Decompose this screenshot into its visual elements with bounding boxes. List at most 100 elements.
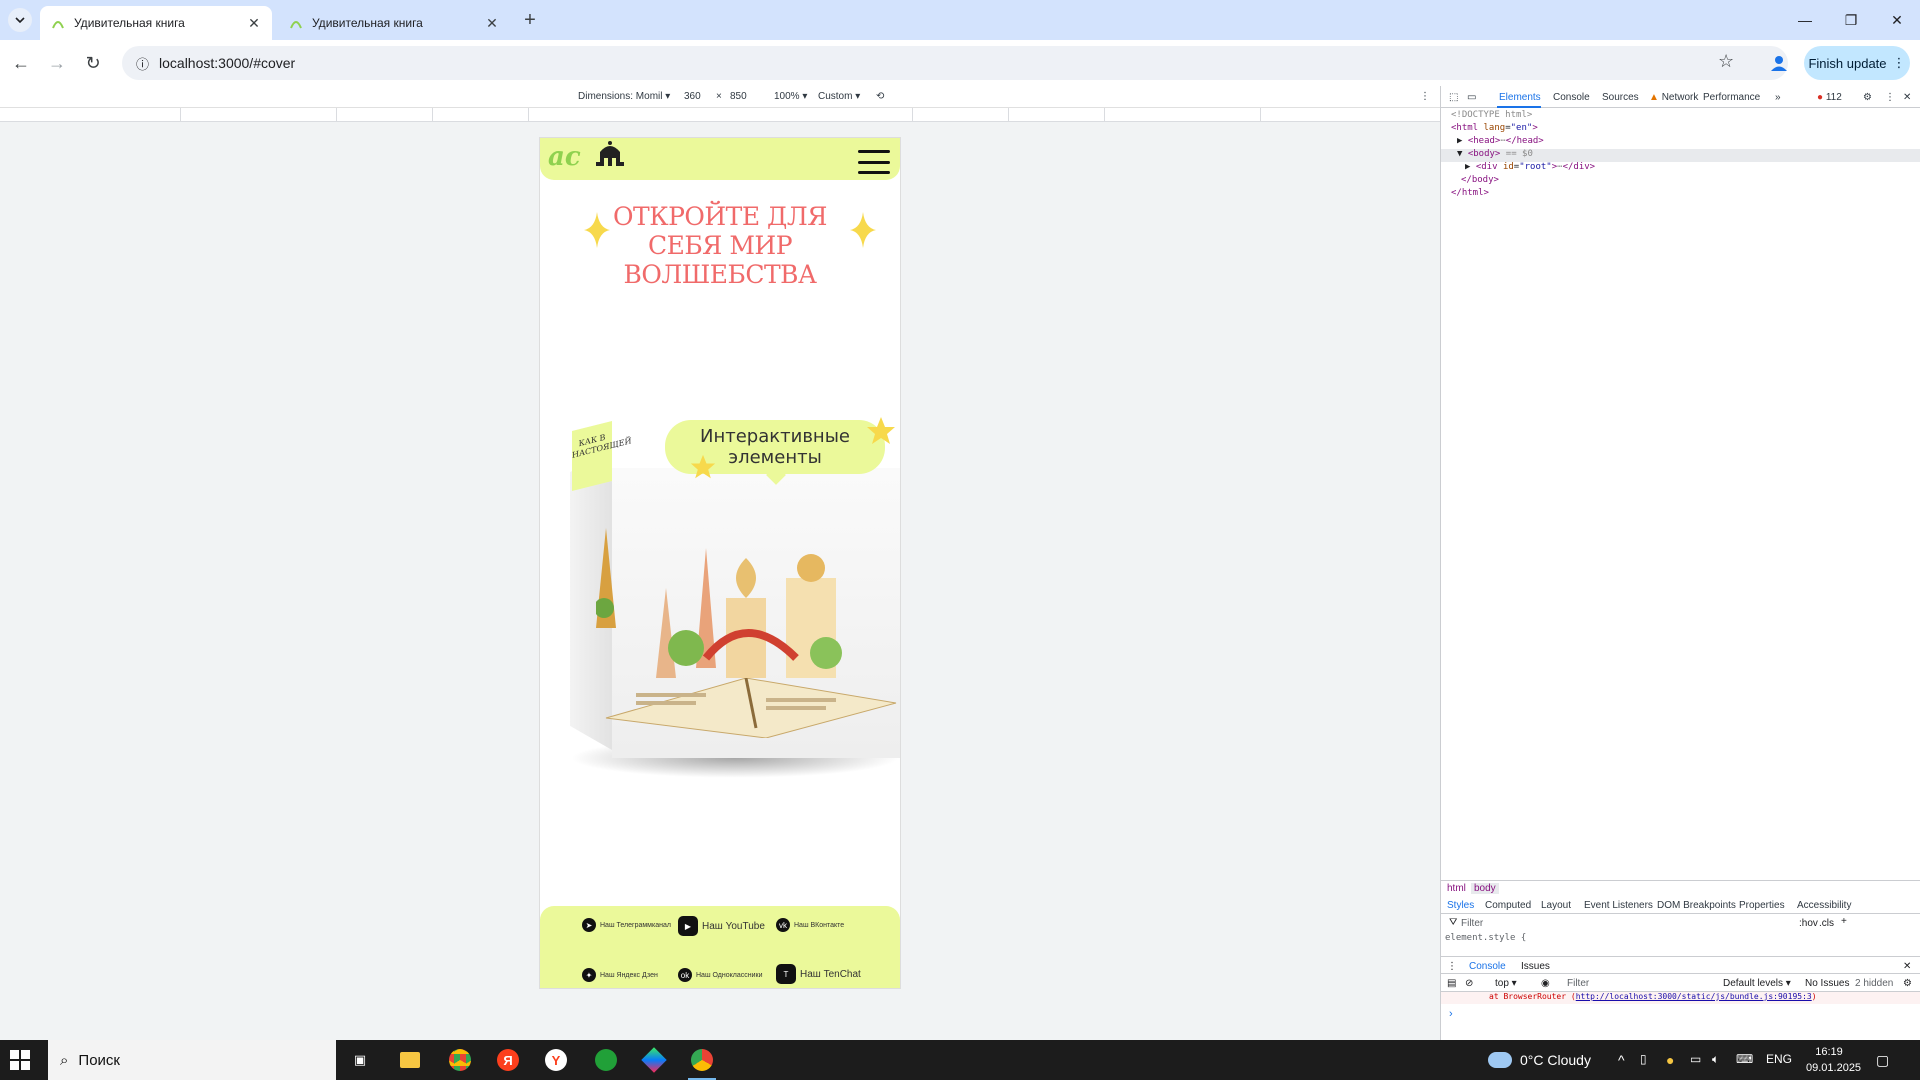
volume-icon[interactable]: 🔈︎ [1712, 1052, 1719, 1067]
finish-update-button[interactable]: Finish update ⋮ [1804, 46, 1910, 80]
battery-icon[interactable]: ▯ [1640, 1052, 1647, 1066]
windows-start-icon[interactable] [10, 1050, 30, 1070]
back-button[interactable]: ← [8, 50, 34, 76]
tab-close-icon[interactable]: ✕ [484, 15, 500, 31]
issues-count[interactable]: No Issues [1805, 978, 1849, 989]
site-info-icon[interactable]: ⓘ [136, 54, 149, 73]
social-link-ok[interactable]: ok Наш Одноклассники [678, 968, 763, 982]
close-drawer-icon[interactable]: ✕ [1903, 961, 1911, 972]
yandex-browser-icon[interactable]: Y [536, 1046, 576, 1074]
throttle-select[interactable]: Custom ▾ [818, 91, 860, 102]
social-link-youtube[interactable]: ▶ Наш YouTube [678, 916, 765, 936]
settings-gear-icon[interactable]: ⚙ [1863, 92, 1872, 103]
tab-close-icon[interactable]: ✕ [246, 15, 262, 31]
close-devtools-icon[interactable]: ✕ [1903, 92, 1911, 103]
restore-button[interactable]: ❐ [1828, 0, 1874, 40]
drawer-menu-icon[interactable]: ⋮ [1447, 961, 1457, 972]
console-settings-icon[interactable]: ⚙ [1903, 978, 1912, 989]
dom-doctype[interactable]: <!DOCTYPE html> [1441, 110, 1920, 123]
error-counter[interactable]: ● 112 [1817, 92, 1842, 103]
social-link-telegram[interactable]: ➤ Наш Телеграммканал [582, 918, 671, 932]
tab-search-button[interactable] [8, 8, 32, 32]
device-options-icon[interactable]: ⋮ [1420, 91, 1430, 102]
file-explorer-icon[interactable] [390, 1046, 430, 1074]
dom-html[interactable]: <html lang="en"> [1441, 123, 1920, 136]
chrome-active-icon[interactable] [682, 1046, 722, 1080]
sidebar-toggle-icon[interactable]: ▤ [1447, 978, 1456, 989]
tab-styles[interactable]: Styles [1447, 900, 1474, 911]
yandex-icon[interactable]: Я [488, 1046, 528, 1074]
task-view-icon[interactable]: ▣ [340, 1046, 380, 1074]
dom-body-close[interactable]: </body> [1441, 175, 1920, 188]
clear-console-icon[interactable]: ⊘ [1465, 978, 1473, 989]
bookmark-star-icon[interactable]: ☆ [1718, 51, 1734, 72]
context-select[interactable]: top ▾ [1495, 978, 1517, 989]
drawer-tab-console[interactable]: Console [1469, 961, 1506, 972]
app-tray-icon[interactable]: ● [1666, 1052, 1674, 1068]
zoom-select[interactable]: 100% ▾ [774, 91, 807, 102]
rotate-icon[interactable]: ⟲ [876, 91, 884, 102]
add-rule-icon[interactable]: + [1841, 916, 1847, 927]
dimensions-select[interactable]: Dimensions: Momil ▾ [578, 91, 670, 102]
console-filter-input[interactable]: Filter [1567, 978, 1589, 989]
console-prompt[interactable]: › [1449, 1008, 1453, 1020]
cls-toggle[interactable]: .cls [1819, 918, 1834, 929]
dom-html-close[interactable]: </html> [1441, 188, 1920, 201]
breadcrumb-body[interactable]: body [1471, 883, 1499, 894]
eye-icon[interactable]: ◉ [1541, 978, 1550, 989]
inspect-icon[interactable]: ⬚ [1449, 92, 1458, 103]
levels-select[interactable]: Default levels ▾ [1723, 978, 1791, 989]
reload-button[interactable]: ↻ [80, 50, 106, 76]
breadcrumb-html[interactable]: html [1447, 883, 1466, 894]
social-link-vk[interactable]: vk Наш ВКонтакте [776, 918, 844, 932]
width-input[interactable]: 360 [684, 91, 701, 102]
close-window-button[interactable]: ✕ [1874, 0, 1920, 40]
new-tab-button[interactable]: + [518, 8, 542, 32]
styles-filter-input[interactable]: Filter [1461, 918, 1483, 929]
more-tabs-icon[interactable]: » [1775, 92, 1781, 103]
social-link-tenchat[interactable]: T Наш TenChat [776, 964, 861, 984]
green-app-icon[interactable] [586, 1046, 626, 1074]
language-indicator[interactable]: ENG [1766, 1052, 1792, 1066]
tab-performance[interactable]: Performance [1703, 92, 1760, 103]
devtools-menu-icon[interactable]: ⋮ [1885, 92, 1895, 103]
tab-console[interactable]: Console [1553, 92, 1590, 103]
address-bar[interactable]: ⓘ localhost:3000/#cover [122, 46, 1788, 80]
minimize-button[interactable]: — [1782, 0, 1828, 40]
tab-accessibility[interactable]: Accessibility [1797, 900, 1851, 911]
weather-text[interactable]: 0°C Cloudy [1520, 1052, 1591, 1068]
height-input[interactable]: 850 [730, 91, 747, 102]
error-source-link[interactable]: http://localhost:3000/static/js/bundle.j… [1576, 992, 1812, 1001]
tab-elements[interactable]: Elements [1499, 92, 1541, 103]
jetbrains-icon[interactable] [634, 1046, 674, 1074]
dom-head[interactable]: ▶ <head>⋯</head> [1441, 136, 1920, 149]
tab-event-listeners[interactable]: Event Listeners [1584, 900, 1653, 911]
tab-sources[interactable]: Sources [1602, 92, 1639, 103]
tab-dom-breakpoints[interactable]: DOM Breakpoints [1657, 900, 1736, 911]
tab-properties[interactable]: Properties [1739, 900, 1785, 911]
chrome-icon[interactable] [440, 1046, 480, 1074]
site-logo[interactable]: ас [548, 142, 581, 172]
dom-body[interactable]: ▼ <body> == $0 [1441, 149, 1920, 162]
keyboard-icon[interactable]: ⌨ [1736, 1052, 1753, 1066]
hov-toggle[interactable]: :hov [1799, 918, 1818, 929]
drawer-tab-issues[interactable]: Issues [1521, 961, 1550, 972]
device-toggle-icon[interactable]: ▭ [1467, 92, 1476, 103]
dom-root-div[interactable]: ▶ <div id="root">⋯</div> [1441, 162, 1920, 175]
weather-icon[interactable] [1488, 1052, 1512, 1068]
menu-icon[interactable] [858, 150, 890, 174]
notifications-icon[interactable]: ▢ [1876, 1052, 1889, 1069]
tab-computed[interactable]: Computed [1485, 900, 1531, 911]
tab-inactive[interactable]: Удивительная книга ✕ [278, 6, 510, 40]
clock[interactable]: 16:19 09.01.2025 [1806, 1044, 1861, 1076]
forward-button[interactable]: → [44, 50, 70, 76]
tray-overflow-icon[interactable]: ^ [1618, 1052, 1625, 1068]
tab-network[interactable]: ▲ Network [1649, 92, 1698, 103]
taskbar-search[interactable]: ⌕ Поиск [48, 1040, 336, 1080]
tab-layout[interactable]: Layout [1541, 900, 1571, 911]
tab-active[interactable]: Удивительная книга ✕ [40, 6, 272, 40]
media-query-ruler[interactable] [0, 108, 1440, 122]
social-link-dzen[interactable]: ✦ Наш Яндекс Дзен [582, 968, 658, 982]
network-icon[interactable]: ▭ [1690, 1052, 1701, 1066]
profile-button[interactable] [1766, 50, 1792, 76]
